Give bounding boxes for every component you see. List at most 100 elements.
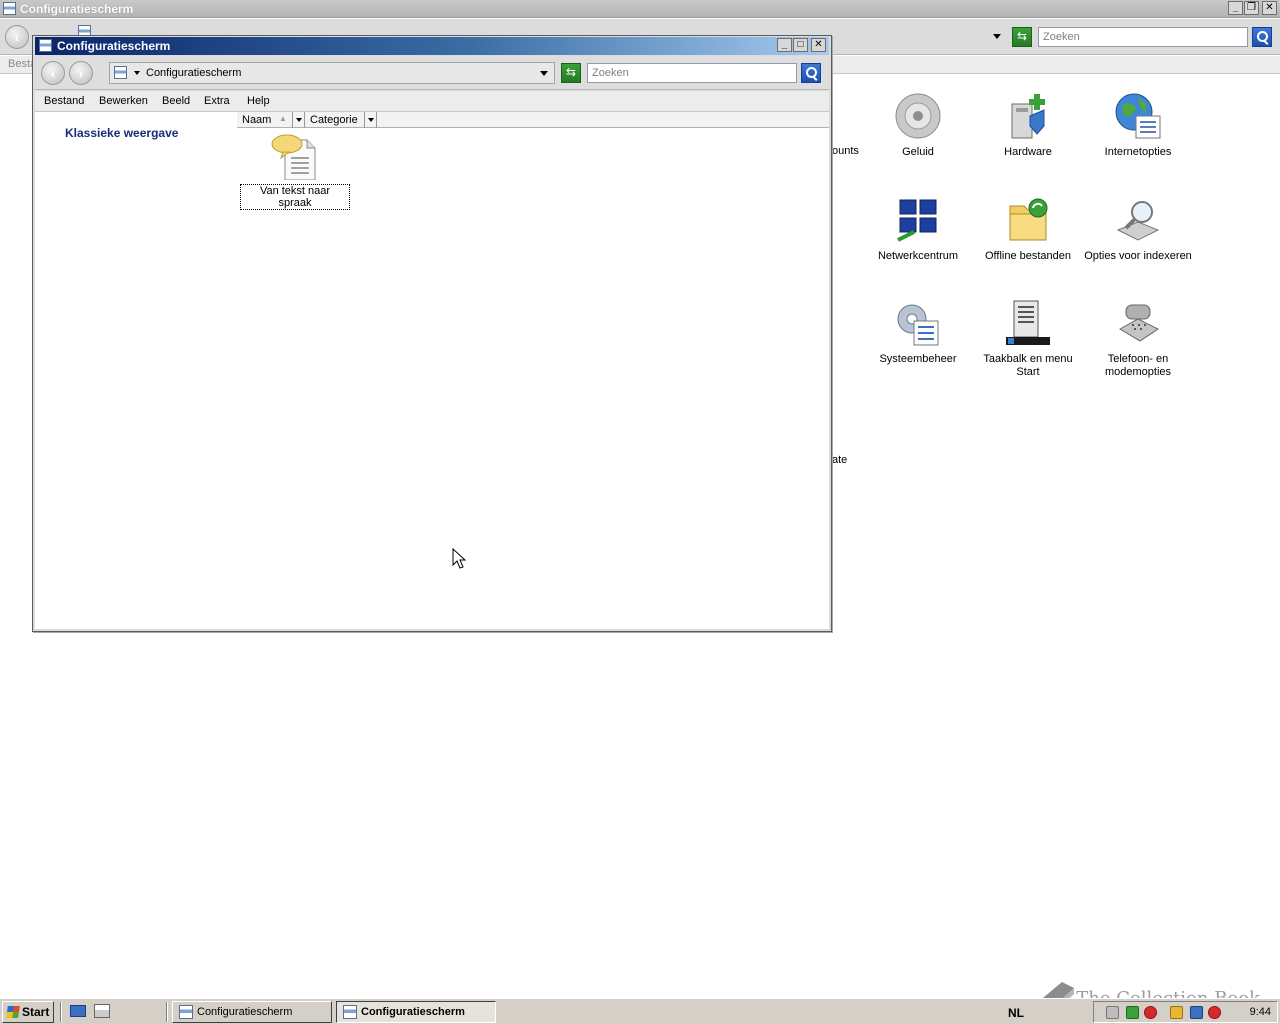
background-window-titlebar: Configuratiescherm _ ❐ ✕ [0,0,1280,18]
system-tray: NL 9:44 [1008,1001,1278,1023]
partial-label[interactable]: ounts [832,145,859,157]
address-dropdown-icon[interactable] [540,71,548,76]
cp-item-internetopties[interactable]: Internetopties [1083,92,1193,159]
speech-document-icon [271,134,319,181]
network-status-icon[interactable] [1190,1006,1203,1019]
cp-item-label: Opties voor indexeren [1084,250,1192,262]
menu-bewerken[interactable]: Bewerken [99,95,148,107]
window-titlebar[interactable]: Configuratiescherm [35,37,829,55]
alert-icon[interactable] [1144,1006,1157,1019]
taskbar: Start Configuratiescherm Configuratiesch… [0,998,1280,1024]
cp-item-geluid[interactable]: Geluid [863,92,973,159]
cp-item-opties-voor-indexeren[interactable]: Opties voor indexeren [1083,196,1193,263]
search-input[interactable]: Zoeken [1038,27,1248,47]
cp-item-label: Van tekst naar spraak [240,184,350,210]
index-icon [1114,196,1162,244]
control-panel-window: Configuratiescherm _ □ ✕ ‹ › Configurati… [32,35,832,632]
column-categorie[interactable]: Categorie [305,112,365,128]
control-panel-icon [179,1005,193,1019]
address-dropdown-icon[interactable] [993,34,1001,39]
cp-item-label: Telefoon- en modemopties [1104,353,1172,378]
menu-bar: Bestand Bewerken Beeld Extra Help [35,91,829,111]
show-desktop-icon[interactable] [70,1005,86,1017]
task-button-configuratiescherm-1[interactable]: Configuratiescherm [172,1001,332,1023]
cp-item-hardware[interactable]: Hardware [973,92,1083,159]
task-label: Configuratiescherm [197,1006,293,1018]
admin-tools-icon [894,299,942,347]
refresh-button[interactable]: ⇆ [561,63,581,83]
windows-logo-icon [6,1006,20,1018]
menu-beeld[interactable]: Beeld [162,95,190,107]
server-manager-icon[interactable] [94,1004,110,1018]
refresh-button[interactable]: ⇆ [1012,27,1032,47]
menu-help[interactable]: Help [247,95,270,107]
classic-view-link[interactable]: Klassieke weergave [65,126,178,140]
cp-item-label: Netwerkcentrum [877,250,959,262]
navigation-bar: ‹ › Configuratiescherm ⇆ Zoeken [35,56,829,90]
task-label: Configuratiescherm [361,1006,465,1018]
content-area: Klassieke weergave Naam ▲ Categorie Van … [35,111,829,629]
network-icon [894,196,942,244]
address-text: Configuratiescherm [146,67,242,79]
menu-extra[interactable]: Extra [204,95,230,107]
sort-ascending-icon: ▲ [279,114,287,123]
partial-label[interactable]: ate [832,454,847,466]
cp-item-systeembeheer[interactable]: Systeembeheer [863,299,973,366]
cp-item-telefoon-en-modemopties[interactable]: Telefoon- en modemopties [1083,299,1193,379]
cp-item-label: Systeembeheer [879,353,957,365]
search-button[interactable] [1252,27,1272,47]
close-button[interactable]: ✕ [1262,1,1277,15]
column-naam[interactable]: Naam ▲ [237,112,293,128]
globe-icon [1114,92,1162,140]
start-label: Start [22,1005,50,1019]
phone-icon [1114,299,1162,347]
restore-button[interactable]: ❐ [1244,1,1259,15]
column-label: Naam [242,114,272,126]
cp-item-van-tekst-naar-spraak[interactable]: Van tekst naar spraak [240,134,350,210]
cp-item-label: Internetopties [1104,146,1172,158]
address-bar[interactable]: Configuratiescherm [109,62,555,84]
maximize-button[interactable]: □ [793,38,808,52]
minimize-button[interactable]: _ [1228,1,1243,15]
column-header: Naam ▲ Categorie [237,112,829,128]
column-naam-dropdown-icon[interactable] [293,112,305,128]
column-categorie-dropdown-icon[interactable] [365,112,377,128]
forward-button[interactable]: › [69,61,93,85]
menu-bestand[interactable]: Bestand [44,95,84,107]
cp-item-netwerkcentrum[interactable]: Netwerkcentrum [863,196,973,263]
close-button[interactable]: ✕ [811,38,826,52]
language-indicator[interactable]: NL [1008,1006,1024,1020]
window-title: Configuratiescherm [57,39,171,53]
search-button[interactable] [801,63,821,83]
cp-item-label: Taakbalk en menu Start [983,353,1073,378]
control-panel-icon [39,39,52,52]
back-button[interactable]: ‹ [41,61,65,85]
keyboard-icon[interactable] [1106,1006,1119,1019]
mouse-cursor-icon [452,548,466,569]
cp-item-taakbalk-en-menu-start[interactable]: Taakbalk en menu Start [973,299,1083,379]
speaker-icon [894,92,942,140]
cp-item-offline-bestanden[interactable]: Offline bestanden [973,196,1083,263]
taskbar-separator [166,1002,168,1022]
taskbar-separator [60,1002,62,1022]
control-panel-icon [3,2,16,15]
minimize-button[interactable]: _ [777,38,792,52]
search-input[interactable]: Zoeken [587,63,797,83]
cp-item-label: Offline bestanden [984,250,1072,262]
hardware-icon [1004,92,1052,140]
control-panel-icon [343,1005,357,1019]
error-icon[interactable] [1208,1006,1221,1019]
task-button-configuratiescherm-2[interactable]: Configuratiescherm [336,1001,496,1023]
address-icon [114,66,127,79]
clock[interactable]: 9:44 [1250,1006,1271,1018]
folder-sync-icon [1004,196,1052,244]
taskbar-icon [1004,299,1052,347]
warning-icon[interactable] [1170,1006,1183,1019]
cp-item-label: Hardware [1004,146,1052,158]
breadcrumb-arrow-icon[interactable] [134,71,140,75]
security-shield-icon[interactable] [1126,1006,1139,1019]
back-button[interactable]: ‹ [5,25,29,49]
start-button[interactable]: Start [2,1001,54,1023]
background-window-title: Configuratiescherm [20,2,134,16]
column-label: Categorie [310,114,358,126]
